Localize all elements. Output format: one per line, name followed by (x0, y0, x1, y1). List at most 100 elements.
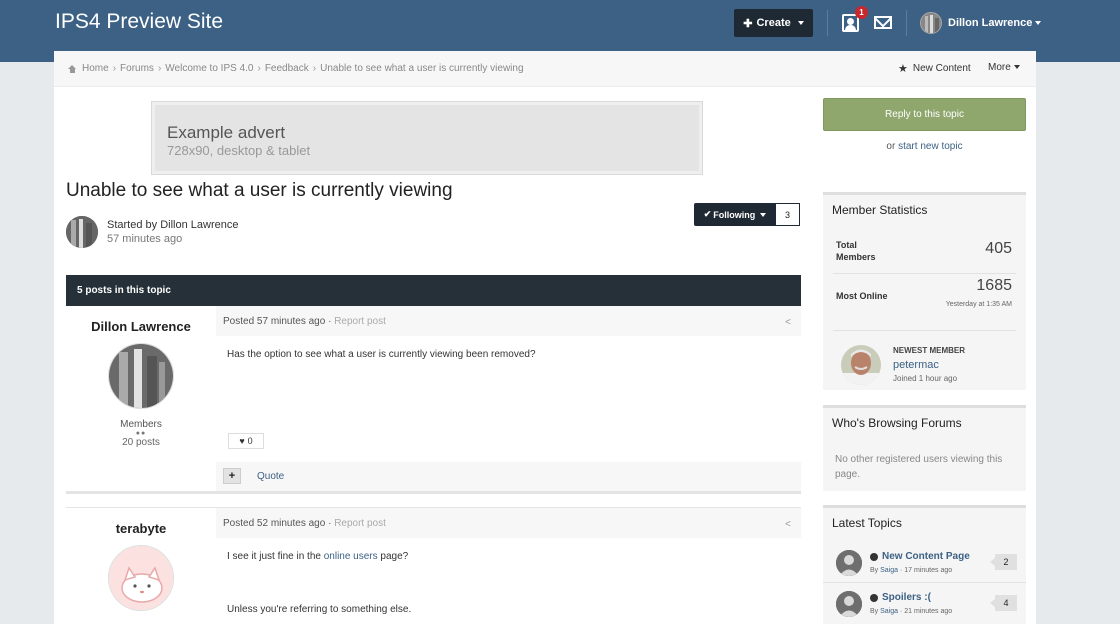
multiquote-button[interactable]: + (223, 468, 241, 484)
create-button[interactable]: ✚ Create (734, 9, 813, 37)
topic-link[interactable]: New Content Page (882, 551, 970, 562)
author-avatar[interactable] (108, 545, 174, 611)
new-content-label: New Content (912, 63, 971, 74)
post: Dillon Lawrence Members ●● 20 posts Post… (66, 306, 801, 494)
widget-title: Latest Topics (832, 516, 902, 530)
rank-pips: ●● (135, 430, 147, 437)
header-divider (827, 10, 828, 36)
posts-count-bar: 5 posts in this topic (66, 275, 801, 306)
whos-browsing-widget: Who's Browsing Forums No other registere… (823, 405, 1026, 491)
widget-title: Who's Browsing Forums (832, 416, 962, 430)
user-menu[interactable]: Dillon Lawrence (948, 17, 1042, 29)
reply-count: 4 (990, 595, 1017, 611)
latest-topic-item[interactable]: Spoilers :( By Saiga · 21 minutes ago 4 (823, 587, 1026, 624)
page-container: Home › Forums › Welcome to IPS 4.0 › Feedba… (54, 51, 1036, 624)
messages-icon[interactable] (874, 16, 892, 29)
or-text: or (886, 141, 899, 152)
post-actions: + Quote (223, 468, 284, 484)
topic-title: Unable to see what a user is currently v… (66, 180, 453, 201)
following-label: Following (713, 209, 756, 220)
topic-author-link[interactable]: Saiga (880, 608, 898, 615)
share-icon[interactable]: < (785, 519, 791, 530)
breadcrumb-welcome[interactable]: Welcome to IPS 4.0 (165, 63, 253, 74)
new-content-link[interactable]: ★ New Content (898, 62, 971, 75)
post: terabyte Posted 52 minutes ago · Report … (66, 507, 801, 624)
topic-author-avatar[interactable] (836, 591, 862, 617)
post-text: Has the option to see what a user is cur… (227, 349, 536, 360)
advert-title: Example advert (167, 123, 286, 142)
topic-meta-time: · 17 minutes ago (898, 567, 953, 574)
starter-avatar[interactable] (66, 216, 98, 248)
post-date: Posted 57 minutes ago (223, 316, 326, 327)
create-label: Create (756, 17, 791, 29)
breadcrumb-forums[interactable]: Forums (120, 63, 154, 74)
start-new-topic-link[interactable]: start new topic (898, 141, 962, 152)
reply-button[interactable]: Reply to this topic (823, 98, 1026, 131)
reply-count: 2 (990, 554, 1017, 570)
post-meta: Posted 52 minutes ago · Report post (223, 518, 386, 529)
breadcrumb-feedback[interactable]: Feedback (265, 63, 309, 74)
topic-meta: By Saiga · 17 minutes ago (870, 567, 952, 574)
latest-topic-item[interactable]: New Content Page By Saiga · 17 minutes a… (823, 546, 1026, 583)
topic-meta-time: · 21 minutes ago (898, 608, 953, 615)
author-name[interactable]: Dillon Lawrence (66, 319, 216, 334)
breadcrumb-bar: Home › Forums › Welcome to IPS 4.0 › Feedba… (54, 51, 1036, 87)
post-text-part: I see it just fine in the (227, 551, 324, 562)
newest-member-name[interactable]: petermac (893, 359, 939, 371)
topic-author-avatar[interactable] (836, 550, 862, 576)
caret-down-icon (760, 212, 767, 217)
post-date: Posted 52 minutes ago (223, 518, 326, 529)
post-author: Dillon Lawrence Members ●● 20 posts (66, 306, 216, 448)
unread-dot (870, 553, 878, 561)
advert[interactable]: Example advert 728x90, desktop & tablet (151, 101, 703, 175)
post-text-part: page? (377, 551, 409, 562)
topic-meta-by: By (870, 608, 881, 615)
topic-link[interactable]: Spoilers :( (882, 592, 931, 603)
share-icon[interactable]: < (785, 317, 791, 328)
site-title[interactable]: IPS4 Preview Site (55, 10, 223, 34)
widget-title: Member Statistics (832, 203, 928, 217)
breadcrumb-topic[interactable]: Unable to see what a user is currently v… (320, 63, 523, 74)
newest-member-avatar[interactable] (841, 345, 881, 385)
stat-total-members: Total Members 405 (823, 237, 1026, 272)
topic-author-link[interactable]: Saiga (880, 567, 898, 574)
member-statistics-widget: Member Statistics Total Members 405 Most … (823, 192, 1026, 390)
author-name[interactable]: terabyte (66, 521, 216, 536)
topic-meta-by: By (870, 567, 881, 574)
user-name: Dillon Lawrence (948, 17, 1033, 29)
breadcrumb-home[interactable]: Home (82, 63, 109, 74)
report-post-link[interactable]: Report post (334, 316, 386, 327)
divider (833, 330, 1016, 331)
follow-control[interactable]: ✔ Following 3 (694, 203, 800, 226)
header-divider (906, 10, 907, 36)
caret-down-icon (1013, 65, 1020, 70)
caret-down-icon (797, 21, 804, 25)
online-users-link[interactable]: online users (324, 551, 378, 562)
breadcrumb: Home › Forums › Welcome to IPS 4.0 › Feedba… (68, 63, 524, 74)
stat-sub: Yesterday at 1:35 AM (945, 301, 1012, 308)
like-button[interactable]: ♥ 0 (228, 433, 264, 449)
report-post-link[interactable]: Report post (334, 518, 386, 529)
newest-member-joined: Joined 1 hour ago (893, 374, 958, 383)
stat-label: Total Members (836, 239, 876, 263)
user-avatar[interactable] (920, 12, 942, 34)
heart-icon: ♥ (239, 436, 245, 446)
post-text-2: Unless you're referring to something els… (227, 604, 412, 615)
follower-count: 3 (776, 203, 800, 226)
stat-value: 405 (985, 240, 1012, 257)
stat-most-online: Most Online 1685 Yesterday at 1:35 AM (823, 277, 1026, 317)
post-content: Has the option to see what a user is cur… (205, 336, 801, 462)
quote-button[interactable]: Quote (257, 471, 284, 482)
unread-dot (870, 594, 878, 602)
author-avatar[interactable] (108, 343, 174, 409)
post-meta: Posted 57 minutes ago · Report post (223, 316, 386, 327)
post-content: I see it just fine in the online users p… (205, 538, 801, 624)
divider (833, 273, 1016, 274)
post-text: I see it just fine in the online users p… (227, 550, 790, 564)
post-author: terabyte (66, 508, 216, 611)
advert-subtitle: 728x90, desktop & tablet (167, 143, 311, 158)
following-button[interactable]: ✔ Following (694, 203, 776, 226)
latest-topics-widget: Latest Topics New Content Page By Saiga … (823, 505, 1026, 624)
more-menu[interactable]: More (988, 62, 1020, 73)
check-icon: ✔ (703, 209, 712, 219)
